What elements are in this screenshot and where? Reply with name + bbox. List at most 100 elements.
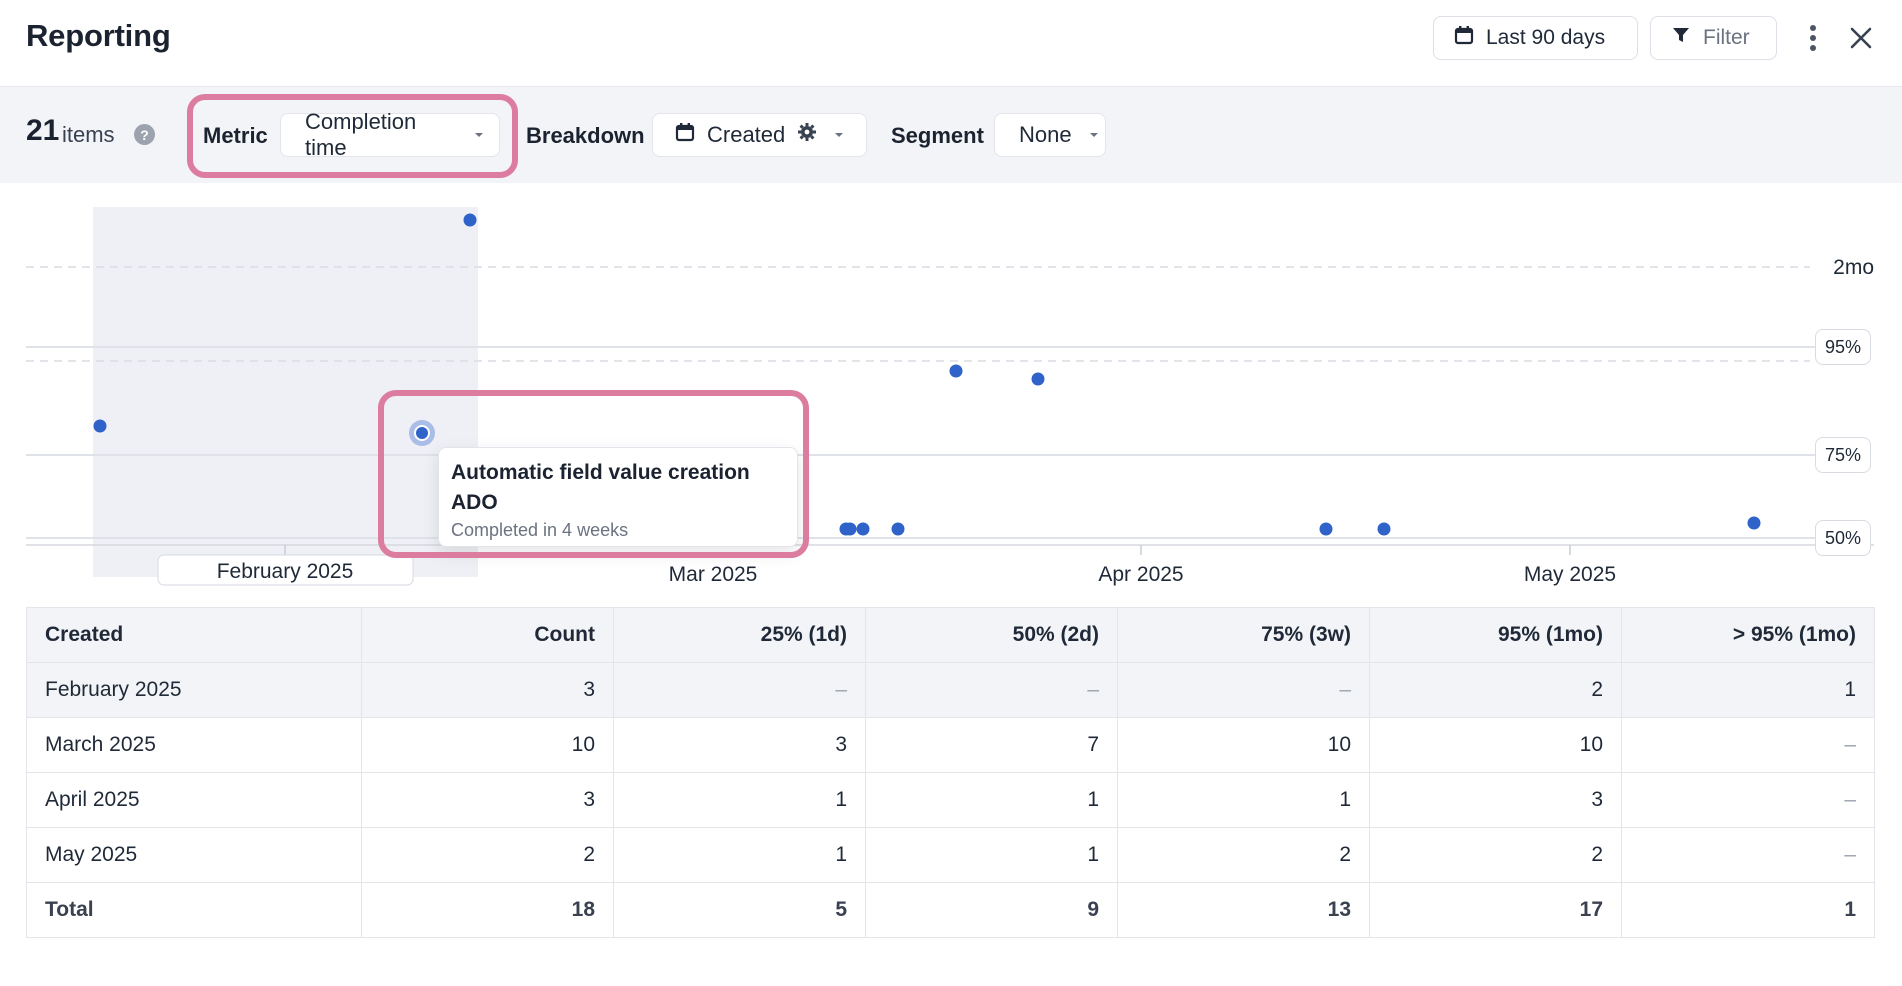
table-header-row: Created Count 25% (1d) 50% (2d) 75% (3w)… [26, 607, 1875, 663]
chart-svg: 2mo February 2025 Mar 2025 Apr 2025 May … [26, 207, 1874, 586]
table-cell: – [613, 662, 866, 718]
table-cell: Total [26, 882, 362, 938]
filter-button[interactable]: Filter [1650, 16, 1777, 60]
data-point-tooltip: Automatic field value creation ADO Compl… [438, 447, 798, 547]
data-point[interactable] [1377, 522, 1391, 536]
shaded-month-band [93, 207, 478, 577]
percentile-badge-50: 50% [1815, 520, 1872, 556]
table-cell: 3 [1369, 772, 1622, 828]
table-cell: – [1621, 772, 1875, 828]
table-row[interactable]: May 2025 2 1 1 2 2 – [26, 827, 1875, 883]
table-cell: 1 [1621, 662, 1875, 718]
completion-time-chart: 2mo February 2025 Mar 2025 Apr 2025 May … [0, 183, 1902, 603]
segment-label: Segment [891, 123, 984, 148]
column-header[interactable]: Count [361, 607, 614, 663]
chevron-down-icon [1089, 133, 1098, 137]
x-tick-label: Apr 2025 [1098, 563, 1183, 586]
table-cell: 1 [1621, 882, 1875, 938]
date-range-label: Last 90 days [1486, 26, 1606, 49]
data-point[interactable] [1747, 516, 1761, 530]
table-cell: 3 [613, 717, 866, 773]
table-cell: February 2025 [26, 662, 362, 718]
data-point[interactable] [1031, 372, 1045, 386]
table-cell: – [1621, 827, 1875, 883]
table-cell: 3 [361, 772, 614, 828]
x-tick-label: Mar 2025 [669, 563, 758, 586]
calendar-icon [675, 122, 695, 148]
table-cell: 1 [613, 827, 866, 883]
column-header[interactable]: Created [26, 607, 362, 663]
column-header[interactable]: 75% (3w) [1117, 607, 1370, 663]
data-point[interactable] [463, 213, 477, 227]
close-icon[interactable] [1843, 20, 1879, 56]
table-cell: – [1117, 662, 1370, 718]
chevron-down-icon [835, 133, 844, 137]
more-options-icon[interactable] [1795, 20, 1831, 56]
table-row[interactable]: March 2025 10 3 7 10 10 – [26, 717, 1875, 773]
table-cell: 9 [865, 882, 1118, 938]
table-row[interactable]: April 2025 3 1 1 1 3 – [26, 772, 1875, 828]
table-cell: 18 [361, 882, 614, 938]
table-cell: 2 [1369, 827, 1622, 883]
table-cell: 7 [865, 717, 1118, 773]
header-bar: Reporting Last 90 days Filter [0, 0, 1902, 87]
table-cell: – [865, 662, 1118, 718]
x-tick-label: February 2025 [217, 560, 354, 583]
breakdown-label: Breakdown [526, 123, 645, 148]
percentile-badge-75: 75% [1815, 437, 1872, 473]
item-count-label: items [62, 122, 115, 147]
tooltip-subtitle: Completed in 4 weeks [451, 520, 629, 540]
data-point[interactable] [93, 419, 107, 433]
date-range-button[interactable]: Last 90 days [1433, 16, 1638, 60]
calendar-icon [1454, 25, 1474, 51]
tooltip-title: Automatic field value creation ADO [451, 461, 750, 514]
summary-table: Created Count 25% (1d) 50% (2d) 75% (3w)… [26, 607, 1875, 938]
table-cell: 1 [865, 827, 1118, 883]
table-cell: 2 [361, 827, 614, 883]
chevron-down-icon [475, 133, 483, 137]
column-header[interactable]: 95% (1mo) [1369, 607, 1622, 663]
metric-value: Completion time [305, 109, 417, 160]
data-point[interactable] [949, 364, 963, 378]
breakdown-dropdown[interactable]: Created [652, 113, 867, 157]
segment-value: None [1019, 122, 1072, 147]
column-header[interactable]: > 95% (1mo) [1621, 607, 1875, 663]
x-tick-label: May 2025 [1524, 563, 1616, 586]
table-cell: 1 [1117, 772, 1370, 828]
metric-dropdown[interactable]: Completion time [280, 109, 500, 160]
page-title: Reporting [26, 18, 171, 53]
table-cell: 13 [1117, 882, 1370, 938]
funnel-icon [1671, 25, 1691, 51]
hovered-data-point[interactable] [414, 425, 430, 441]
percentile-badge-95: 95% [1815, 329, 1872, 365]
table-cell: 2 [1369, 662, 1622, 718]
data-point[interactable] [1319, 522, 1333, 536]
table-cell: 3 [361, 662, 614, 718]
data-point[interactable] [891, 522, 905, 536]
table-total-row: Total 18 5 9 13 17 1 [26, 882, 1875, 938]
help-icon[interactable]: ? [134, 124, 155, 145]
table-cell: 5 [613, 882, 866, 938]
segment-dropdown[interactable]: None [994, 113, 1106, 157]
y-tick-label: 2mo [1833, 256, 1874, 279]
data-point[interactable] [856, 522, 870, 536]
table-cell: 10 [361, 717, 614, 773]
filter-label: Filter [1703, 26, 1750, 49]
table-cell: March 2025 [26, 717, 362, 773]
table-cell: 1 [865, 772, 1118, 828]
item-count: 21 [26, 114, 60, 147]
table-cell: April 2025 [26, 772, 362, 828]
column-header[interactable]: 25% (1d) [613, 607, 866, 663]
table-cell: 2 [1117, 827, 1370, 883]
table-cell: 17 [1369, 882, 1622, 938]
column-header[interactable]: 50% (2d) [865, 607, 1118, 663]
gear-icon[interactable] [797, 122, 817, 148]
table-cell: 10 [1369, 717, 1622, 773]
metric-label: Metric [203, 123, 268, 148]
table-row[interactable]: February 2025 3 – – – 2 1 [26, 662, 1875, 718]
table-cell: 1 [613, 772, 866, 828]
table-cell: May 2025 [26, 827, 362, 883]
table-cell: 10 [1117, 717, 1370, 773]
data-point[interactable] [843, 522, 857, 536]
breakdown-value: Created [707, 122, 786, 147]
